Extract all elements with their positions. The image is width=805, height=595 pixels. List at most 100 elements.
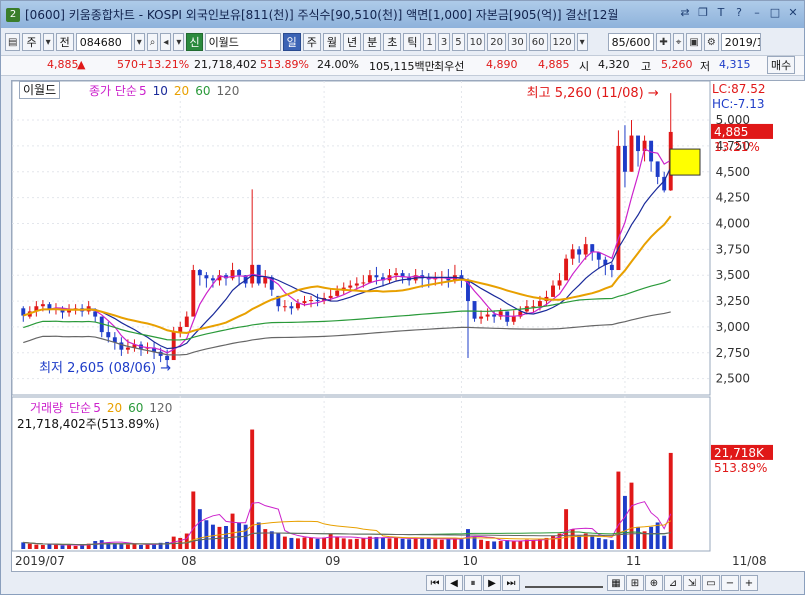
period-second[interactable]: 초 <box>383 33 402 51</box>
interval-dropdown-icon[interactable]: ▾ <box>576 33 588 51</box>
volume-bar <box>256 522 261 549</box>
candle-body <box>106 332 111 338</box>
candle-body <box>184 316 189 327</box>
close-icon[interactable]: ✕ <box>786 6 800 20</box>
candle-body <box>367 275 372 283</box>
period-tick[interactable]: 틱 <box>403 33 422 51</box>
view-icon[interactable]: ▦ <box>607 575 625 591</box>
interval-1[interactable]: 1 <box>423 33 436 51</box>
period-week[interactable]: 주 <box>302 33 321 51</box>
question-icon[interactable]: ? <box>732 6 746 20</box>
open-label: 시 <box>579 60 590 73</box>
split-icon[interactable]: ⊞ <box>626 575 644 591</box>
stock-code-input[interactable]: 084680 <box>75 33 132 51</box>
pause-icon[interactable]: ⏸ <box>464 575 482 591</box>
price-tick-label: 3,500 <box>716 268 750 282</box>
stock-name-field[interactable]: 이월드 <box>204 33 281 51</box>
volume-bar <box>459 539 464 549</box>
volume-bar <box>34 544 39 549</box>
first-icon[interactable]: ⏮ <box>426 575 444 591</box>
volume-bar <box>616 471 621 549</box>
legend-ma10: 10 <box>152 84 168 98</box>
chip-name: 이월드 <box>23 83 57 97</box>
minimize-icon[interactable]: – <box>750 6 764 20</box>
candle-body <box>295 303 300 309</box>
volume-bar <box>629 482 634 549</box>
tool-icon[interactable]: ⊿ <box>664 575 682 591</box>
volume-bar <box>485 541 490 549</box>
volume-bar <box>73 545 78 549</box>
volume-bar <box>93 541 98 549</box>
candle-body <box>485 314 490 317</box>
interval-10[interactable]: 10 <box>466 33 486 51</box>
vol-legend-name: 거래량 <box>30 401 64 415</box>
layout-icon[interactable]: ▭ <box>702 575 720 591</box>
interval-5[interactable]: 5 <box>452 33 465 51</box>
prev-icon[interactable]: ◀ <box>445 575 463 591</box>
next-icon[interactable]: ▶ <box>483 575 501 591</box>
period-day[interactable]: 일 <box>282 33 301 51</box>
period-minute[interactable]: 분 <box>363 33 382 51</box>
candle-body <box>204 275 209 279</box>
current-price: 4,885 <box>47 58 79 71</box>
dropdown-icon[interactable]: ▾ <box>42 33 54 51</box>
volume-bar <box>439 539 444 549</box>
last-icon[interactable]: ⏭ <box>502 575 520 591</box>
volume-bars <box>21 429 673 549</box>
hc-label: HC:-7.13 <box>712 97 765 111</box>
interval-120[interactable]: 120 <box>549 33 575 51</box>
title-bar[interactable]: 2 [0600] 키움종합차트 - KOSPI 외국인보유[811(천)] 주식… <box>1 1 804 28</box>
volume-bar <box>498 541 503 549</box>
scroll-icon[interactable]: ⇲ <box>683 575 701 591</box>
more-icon[interactable]: ▾ <box>173 33 185 51</box>
volume-bar <box>662 535 667 549</box>
save-icon[interactable]: ▣ <box>686 33 702 51</box>
speaker-icon[interactable]: ◂ <box>160 33 172 51</box>
jeon-button[interactable]: 전 <box>55 33 74 51</box>
interval-20[interactable]: 20 <box>487 33 507 51</box>
buy-button[interactable]: 매수 <box>767 56 796 74</box>
market-type-select[interactable]: 주 <box>22 33 41 51</box>
price-volume-chart[interactable]: 5,0004,7504,5004,2504,0003,7503,5003,250… <box>11 80 805 571</box>
zoom-slider[interactable] <box>525 578 603 588</box>
code-dropdown-icon[interactable]: ▾ <box>133 33 145 51</box>
candle-body <box>40 304 45 307</box>
high-label: 고 <box>641 60 652 73</box>
volume-bar <box>407 539 412 549</box>
volume-bar <box>276 533 281 549</box>
zoom-in-icon[interactable]: ✚ <box>656 33 671 51</box>
crosshair-icon[interactable]: ⌖ <box>672 33 685 51</box>
maximize-icon[interactable]: □ <box>768 6 782 20</box>
sin-badge: 신 <box>186 33 203 51</box>
count-input[interactable]: 85/600 <box>607 33 655 51</box>
chart-area[interactable]: 5,000 4,750 4,500 4,250 4,000 3,750 3,500 3,250… <box>11 80 805 572</box>
link-icon[interactable]: ⇄ <box>678 6 692 20</box>
chart-menu-icon[interactable]: ▤ <box>5 33 21 51</box>
yellow-marker <box>669 148 701 176</box>
price-tick-label: 4,500 <box>716 165 750 179</box>
candle-body <box>263 277 268 284</box>
volume-bar <box>433 539 438 549</box>
settings-icon[interactable]: ⚙ <box>703 33 719 51</box>
minus-icon[interactable]: − <box>721 575 739 591</box>
candle-body <box>557 280 562 286</box>
cross-icon[interactable]: ⊕ <box>645 575 663 591</box>
date-input[interactable]: 2019/1 <box>720 33 761 51</box>
interval-3[interactable]: 3 <box>437 33 451 51</box>
plus-icon[interactable]: + <box>740 575 758 591</box>
up-arrow-icon: ▲ <box>77 58 86 71</box>
period-year[interactable]: 년 <box>342 33 362 51</box>
volume-bar <box>60 545 65 549</box>
interval-30[interactable]: 30 <box>508 33 527 51</box>
search-icon[interactable]: ⌕ <box>146 33 159 51</box>
legend-ma120: 120 <box>216 84 240 98</box>
interval-60[interactable]: 60 <box>528 33 548 51</box>
help-icon[interactable]: T <box>714 6 728 20</box>
chart-stock-chip[interactable]: 이월드 <box>19 81 61 99</box>
restore-icon[interactable]: ❐ <box>696 6 710 20</box>
price-tag: 4,885 <box>714 125 748 139</box>
candle-body <box>479 316 484 319</box>
volume-bar <box>394 537 399 549</box>
candle-body <box>282 306 287 308</box>
period-month[interactable]: 월 <box>322 33 341 51</box>
